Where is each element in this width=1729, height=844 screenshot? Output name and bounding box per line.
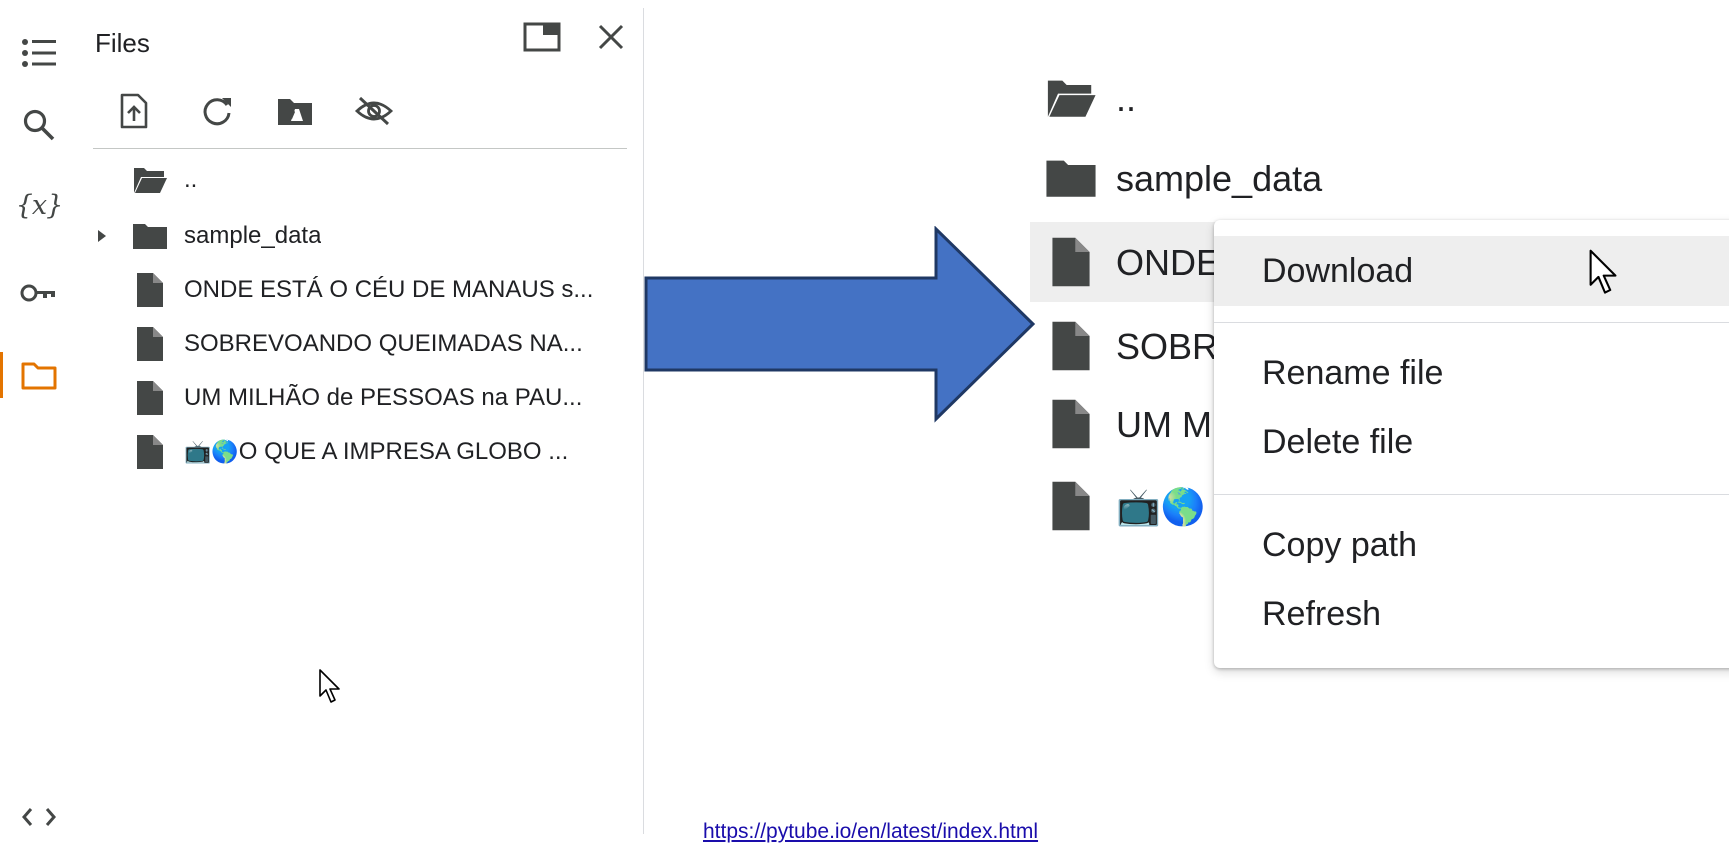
file-icon [1045,236,1097,288]
code-snippets-icon[interactable] [0,790,78,844]
zoom-item-parent[interactable]: .. [1030,58,1729,138]
file-icon [132,435,168,469]
tree-item-label: ONDE ESTÁ O CÉU DE MANAUS s... [184,276,594,303]
context-menu: Download Rename file Delete file Copy pa… [1214,220,1729,668]
tree-item-label: .. [184,166,198,193]
zoom-item-label: ONDE [1116,242,1221,283]
tree-item-folder[interactable]: sample_data [78,206,638,266]
activity-rail: {x} [0,0,78,844]
toolbar-divider [93,148,627,149]
menu-item-rename-file[interactable]: Rename file [1214,338,1729,408]
file-icon [132,381,168,415]
folder-open-icon [132,164,168,196]
menu-divider [1214,494,1729,495]
key-icon[interactable] [0,266,78,320]
tree-item-label: SOBREVOANDO QUEIMADAS NA... [184,330,583,357]
zoom-item-label: SOBRI [1116,326,1229,367]
search-icon[interactable] [0,98,78,152]
panel-title: Files [95,28,150,58]
menu-item-refresh[interactable]: Refresh [1214,579,1729,649]
upload-file-icon[interactable] [108,86,160,136]
tree-item-file[interactable]: SOBREVOANDO QUEIMADAS NA... [78,314,638,374]
folder-open-icon [1045,72,1097,124]
menu-item-copy-path[interactable]: Copy path [1214,510,1729,580]
zoom-item-folder[interactable]: sample_data [1030,138,1729,218]
open-in-tab-icon[interactable] [519,14,565,60]
file-icon [1045,480,1097,532]
zoom-item-label: .. [1116,78,1137,119]
pytube-docs-link[interactable]: https://pytube.io/en/latest/index.html [703,820,1038,844]
tree-item-label: 📺🌎O QUE A IMPRESA GLOBO ... [184,438,568,466]
close-icon[interactable] [588,14,634,60]
file-icon [1045,320,1097,372]
menu-divider [1214,322,1729,323]
folder-icon [1045,152,1097,204]
file-icon [132,273,168,307]
mount-drive-icon[interactable] [269,86,321,136]
variables-icon-label: {x} [15,189,64,221]
tree-item-file[interactable]: UM MILHÃO de PESSOAS na PAU... [78,368,638,428]
tree-item-parent[interactable]: .. [78,150,638,210]
tree-item-text: O QUE A IMPRESA GLOBO ... [238,438,569,465]
tree-item-label: sample_data [184,222,322,249]
folder-icon [132,220,168,252]
caret-right-icon[interactable] [95,229,109,243]
zoom-item-label: UM M [1116,404,1212,445]
file-icon [132,327,168,361]
right-arrow-graphic [644,226,1036,423]
hide-files-icon[interactable] [348,86,400,136]
menu-item-download[interactable]: Download [1214,236,1729,306]
table-of-contents-icon[interactable] [0,26,78,80]
menu-item-delete-file[interactable]: Delete file [1214,407,1729,477]
zoom-item-label: sample_data [1116,158,1323,199]
tv-globe-emoji: 📺🌎 [1116,487,1206,528]
files-panel: Files .. sample_data ONDE ESTÁ O CÉU DE … [78,0,644,844]
tree-item-label: UM MILHÃO de PESSOAS na PAU... [184,384,583,411]
file-icon [1045,398,1097,450]
variables-icon[interactable]: {x} [0,178,78,232]
tv-globe-emoji: 📺🌎 [184,440,239,465]
tree-item-file[interactable]: ONDE ESTÁ O CÉU DE MANAUS s... [78,260,638,320]
tree-item-file[interactable]: 📺🌎O QUE A IMPRESA GLOBO ... [78,422,638,482]
refresh-icon[interactable] [191,86,243,136]
mouse-cursor-icon [1589,249,1617,294]
folder-icon[interactable] [0,348,78,402]
mouse-cursor-icon [319,669,340,703]
